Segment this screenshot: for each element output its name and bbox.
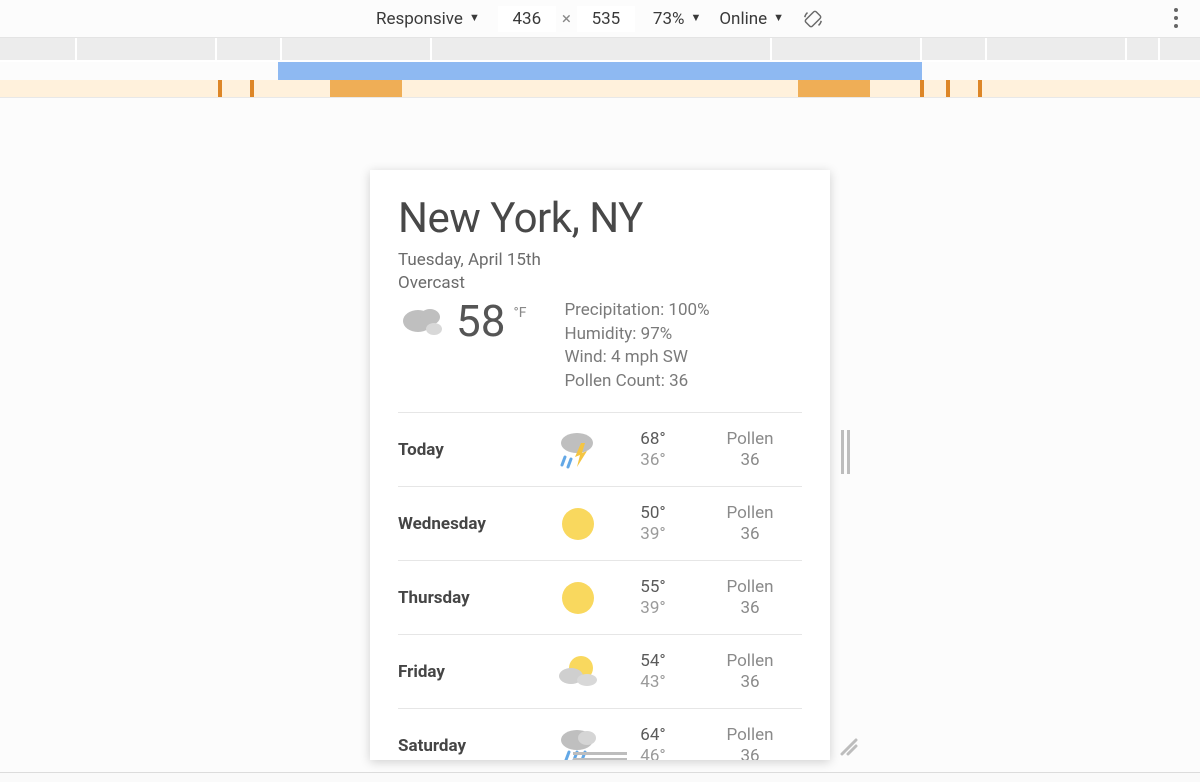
- forecast-temps: 55° 39°: [608, 577, 698, 618]
- dimension-separator: ×: [562, 9, 571, 29]
- forecast-temps: 54° 43°: [608, 651, 698, 692]
- thunder-rain-icon: [548, 429, 608, 471]
- resize-handle-corner[interactable]: [836, 734, 858, 756]
- chevron-down-icon: ▼: [773, 11, 784, 24]
- forecast-row[interactable]: Wednesday 50° 39° Pollen 36: [398, 486, 802, 560]
- sunny-icon: [548, 577, 608, 619]
- forecast-day: Thursday: [398, 588, 548, 608]
- breakpoint-ruler[interactable]: [0, 38, 1200, 62]
- resize-handle-bottom[interactable]: [573, 750, 627, 760]
- forecast-day: Today: [398, 440, 548, 460]
- weather-card: New York, NY Tuesday, April 15th Overcas…: [370, 170, 830, 760]
- forecast-pollen: Pollen 36: [698, 429, 802, 470]
- sunny-icon: [548, 503, 608, 545]
- forecast-temps: 50° 39°: [608, 503, 698, 544]
- forecast-temps: 68° 36°: [608, 429, 698, 470]
- location-title: New York, NY: [398, 194, 802, 243]
- rotate-icon[interactable]: [802, 8, 824, 30]
- forecast-list: Today 68° 36° Pollen 36 Wednesday: [398, 412, 802, 760]
- devtools-toolbar: Responsive ▼ × 73% ▼ Online ▼: [0, 0, 1200, 38]
- forecast-pollen: Pollen 36: [698, 577, 802, 618]
- resize-handle-right[interactable]: [838, 430, 852, 474]
- chevron-down-icon: ▼: [690, 11, 701, 24]
- overcast-icon: [398, 299, 448, 345]
- more-options-icon[interactable]: [1174, 8, 1178, 28]
- throttling-label: Online: [719, 9, 767, 29]
- forecast-pollen: Pollen 36: [698, 651, 802, 692]
- forecast-pollen: Pollen 36: [698, 503, 802, 544]
- temp-unit: °F: [513, 305, 526, 321]
- throttling-dropdown[interactable]: Online ▼: [719, 9, 784, 29]
- forecast-day: Saturday: [398, 736, 548, 756]
- forecast-pollen: Pollen 36: [698, 725, 802, 760]
- device-canvas: New York, NY Tuesday, April 15th Overcas…: [0, 150, 1200, 770]
- forecast-day: Friday: [398, 662, 548, 682]
- condition-text: Overcast: [398, 272, 802, 295]
- media-query-strip[interactable]: [0, 80, 1200, 98]
- partly-cloudy-icon: [548, 652, 608, 692]
- device-mode-label: Responsive: [376, 9, 463, 29]
- panel-divider[interactable]: [0, 772, 1200, 782]
- chevron-down-icon: ▼: [469, 11, 480, 24]
- forecast-day: Wednesday: [398, 514, 548, 534]
- forecast-row[interactable]: Friday 54° 43° Pollen 36: [398, 634, 802, 708]
- current-stats: Precipitation: 100% Humidity: 97% Wind: …: [564, 299, 709, 394]
- viewport-range-strip: [0, 62, 1200, 80]
- zoom-dropdown[interactable]: 73% ▼: [653, 9, 701, 29]
- viewport-size-controls: ×: [498, 6, 635, 32]
- forecast-row[interactable]: Thursday 55° 39° Pollen 36: [398, 560, 802, 634]
- device-mode-dropdown[interactable]: Responsive ▼: [376, 9, 480, 29]
- viewport-range-bar[interactable]: [278, 62, 922, 80]
- viewport-height-input[interactable]: [577, 6, 635, 32]
- date-text: Tuesday, April 15th: [398, 249, 802, 272]
- current-temp: 58: [456, 299, 505, 343]
- forecast-row[interactable]: Today 68° 36° Pollen 36: [398, 412, 802, 486]
- viewport-width-input[interactable]: [498, 6, 556, 32]
- zoom-label: 73%: [653, 9, 685, 29]
